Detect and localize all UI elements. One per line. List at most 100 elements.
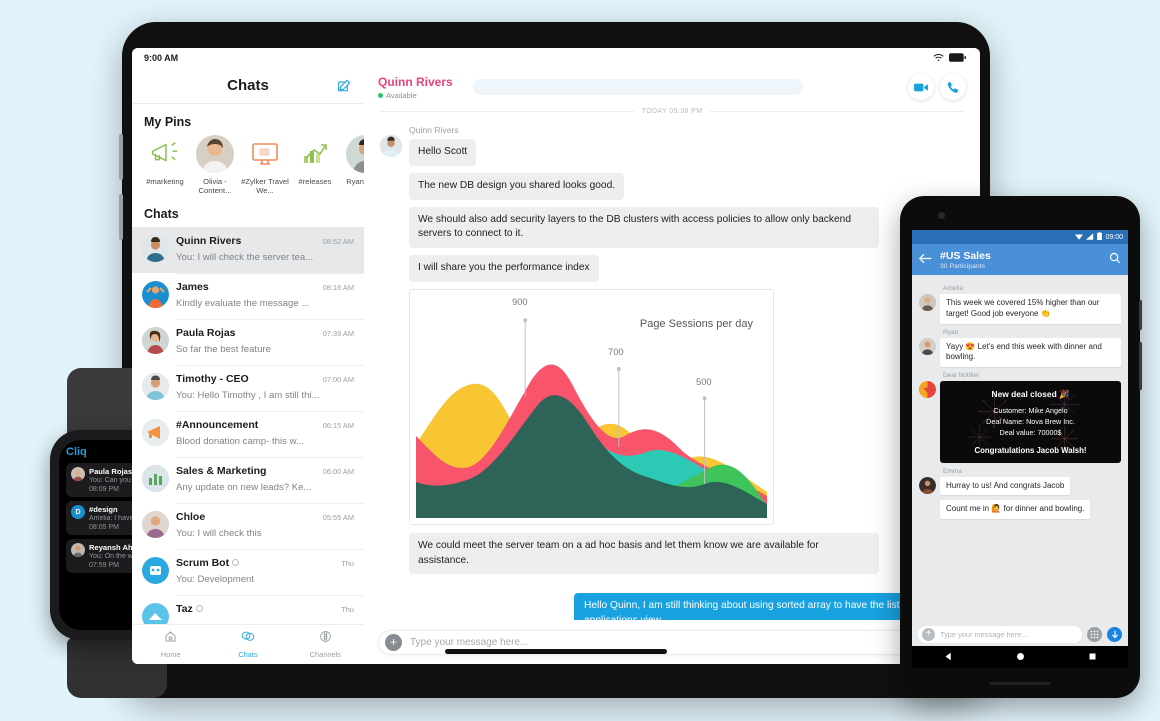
avatar (919, 294, 936, 311)
chat-list-item-taz[interactable]: Taz Thu (132, 594, 364, 624)
phone-composer-input[interactable]: + Type your message here... (918, 625, 1082, 643)
download-arrow-icon[interactable] (1107, 626, 1122, 642)
tablet-home-indicator[interactable] (445, 649, 667, 654)
search-icon[interactable] (1109, 251, 1121, 269)
pin-item[interactable]: #marketing (140, 135, 190, 196)
phone-icon[interactable] (940, 74, 966, 100)
avatar (71, 543, 85, 557)
back-triangle-icon[interactable] (944, 648, 953, 666)
phone-composer-placeholder[interactable]: Type your message here... (940, 630, 1028, 639)
arrow-back-icon[interactable] (918, 251, 932, 269)
chat-item-text: Timothy - CEO You: Hello Timothy , I am … (176, 373, 320, 403)
phone-message-sender: Deal Notifier (943, 372, 980, 380)
incoming-message-group: Quinn Rivers Hello Scott The new DB desi… (380, 125, 964, 581)
avatar (142, 234, 169, 262)
chat-item-name: Sales & Marketing (176, 464, 267, 477)
phone-power-button[interactable] (1139, 300, 1142, 330)
avatar (142, 510, 169, 538)
chat-item-name: James (176, 280, 209, 293)
phone-volume-button[interactable] (1139, 342, 1142, 390)
chat-item-time: Thu (341, 604, 354, 614)
chat-item-name: Chloe (176, 510, 206, 523)
chat-list-item-quinn-rivers[interactable]: Quinn Rivers You: I will check the serve… (132, 226, 364, 273)
phone-message-row: Count me in 🙋 for dinner and bowling. (940, 500, 1121, 520)
recents-square-icon[interactable] (1088, 648, 1097, 666)
chat-list-item-chloe[interactable]: Chloe You: I will check this 05:55 AM (132, 502, 364, 549)
chat-list-item-james[interactable]: James Kindly evaluate the message ... 08… (132, 272, 364, 319)
message-bubble-incoming: The new DB design you shared looks good. (409, 172, 625, 200)
avatar (919, 476, 936, 494)
pin-label: #Zylker Travel We... (241, 177, 289, 196)
chart-title: Page Sessions per day (639, 317, 753, 330)
phone-message-row: New deal closed 🎉 Customer: Mike Angelo … (919, 381, 1121, 463)
message-sender-name: Quinn Rivers (409, 125, 459, 135)
chat-list-item-paula-rojas[interactable]: Paula Rojas So far the best feature 07:3… (132, 318, 364, 365)
phone-channel-info[interactable]: #US Sales 30 Participants (940, 250, 1101, 270)
pins-section-title: My Pins (144, 115, 192, 129)
nav-item-chats[interactable]: Chats (209, 625, 286, 664)
nav-item-home[interactable]: Home (132, 625, 209, 664)
deal-card-line: Customer: Mike Angelo (993, 406, 1068, 416)
home-circle-icon[interactable] (1016, 648, 1025, 666)
phone-message-list[interactable]: Amelia This week we covered 15% higher t… (912, 275, 1128, 622)
phone-message-bubble: Count me in 🙋 for dinner and bowling. (940, 500, 1091, 520)
conversation-search-bar[interactable] (472, 79, 803, 95)
avatar (142, 372, 169, 400)
avatar: D (71, 505, 85, 519)
contact-info[interactable]: Quinn Rivers Available (378, 75, 453, 100)
chat-item-name: #Announcement (176, 418, 259, 431)
video-camera-icon[interactable] (908, 74, 934, 100)
deal-card-line: Deal Name: Nova Brew Inc. (986, 416, 1075, 426)
chat-item-time: 05:55 AM (322, 512, 354, 522)
add-attachment-icon[interactable]: + (922, 627, 935, 641)
pin-label: #marketing (146, 177, 184, 186)
chat-item-time: 08:52 AM (322, 236, 354, 246)
megaphone-icon (146, 135, 184, 173)
compose-icon[interactable] (336, 78, 352, 94)
phone-status-bar: 09:00 (912, 230, 1128, 244)
add-attachment-icon[interactable]: + (385, 633, 402, 651)
pin-item[interactable]: #Zylker Travel We... (240, 135, 290, 196)
nav-label: Home (160, 650, 181, 659)
chart-attachment[interactable]: 900 700 500 Page Sessions per day (409, 288, 774, 525)
deal-card-line: Deal value: 70000$ (999, 427, 1062, 437)
message-list[interactable]: TODAY 05:38 PM Quinn Rivers Hello Scott … (364, 106, 980, 620)
tablet-volume-down-button[interactable] (119, 194, 123, 240)
chat-item-text: Paula Rojas So far the best feature (176, 327, 316, 357)
chat-list-item-timothy-ceo[interactable]: Timothy - CEO You: Hello Timothy , I am … (132, 364, 364, 411)
chart-annotation-900: 900 (512, 295, 528, 307)
chat-item-time: 06:00 AM (322, 466, 354, 476)
day-separator: TODAY 05:38 PM (380, 108, 965, 115)
signal-icon (1086, 232, 1094, 242)
conversation-actions (908, 74, 966, 100)
apps-grid-icon[interactable] (1087, 626, 1102, 642)
phone-message-bubble: This week we covered 15% higher than our… (940, 294, 1121, 324)
pin-item[interactable]: #releases (290, 135, 340, 196)
sidebar-title: Chats (227, 77, 269, 94)
status-dot-icon (378, 92, 383, 98)
tablet-volume-up-button[interactable] (119, 134, 123, 180)
avatar (919, 381, 936, 399)
chat-item-name: Paula Rojas (176, 326, 236, 339)
chat-item-preview: You: I will check this (176, 527, 262, 539)
chat-item-text: Scrum Bot You: Development (176, 557, 334, 587)
chat-list-item-scrum-bot[interactable]: Scrum Bot You: Development Thu (132, 548, 364, 595)
contact-status: Available (378, 91, 453, 100)
outgoing-message-row: Hello Quinn, I am still thinking about u… (380, 593, 980, 620)
pin-label: Olivia - Content... (198, 177, 232, 196)
pin-item[interactable]: Ryan - Wel (340, 135, 364, 196)
phone-status-time: 09:00 (1105, 233, 1123, 241)
chat-list-item-announcement[interactable]: #Announcement Blood donation camp- this … (132, 410, 364, 457)
chat-list-item-sales-marketing[interactable]: Sales & Marketing Any update on new lead… (132, 456, 364, 503)
composer-placeholder[interactable]: Type your message here... (410, 637, 528, 648)
pin-label: Ryan - Wel (346, 177, 364, 186)
chat-list[interactable]: Quinn Rivers You: I will check the serve… (132, 226, 364, 624)
pin-item[interactable]: Olivia - Content... (190, 135, 240, 196)
avatar (346, 135, 364, 173)
chat-item-preview: You: Development (176, 573, 255, 585)
channels-icon (319, 630, 332, 648)
nav-item-channels[interactable]: Channels (287, 625, 364, 664)
chat-item-name-text: Scrum Bot (176, 556, 230, 569)
conversation-header: Quinn Rivers Available (364, 68, 980, 106)
avatar-initial: D (75, 508, 81, 516)
